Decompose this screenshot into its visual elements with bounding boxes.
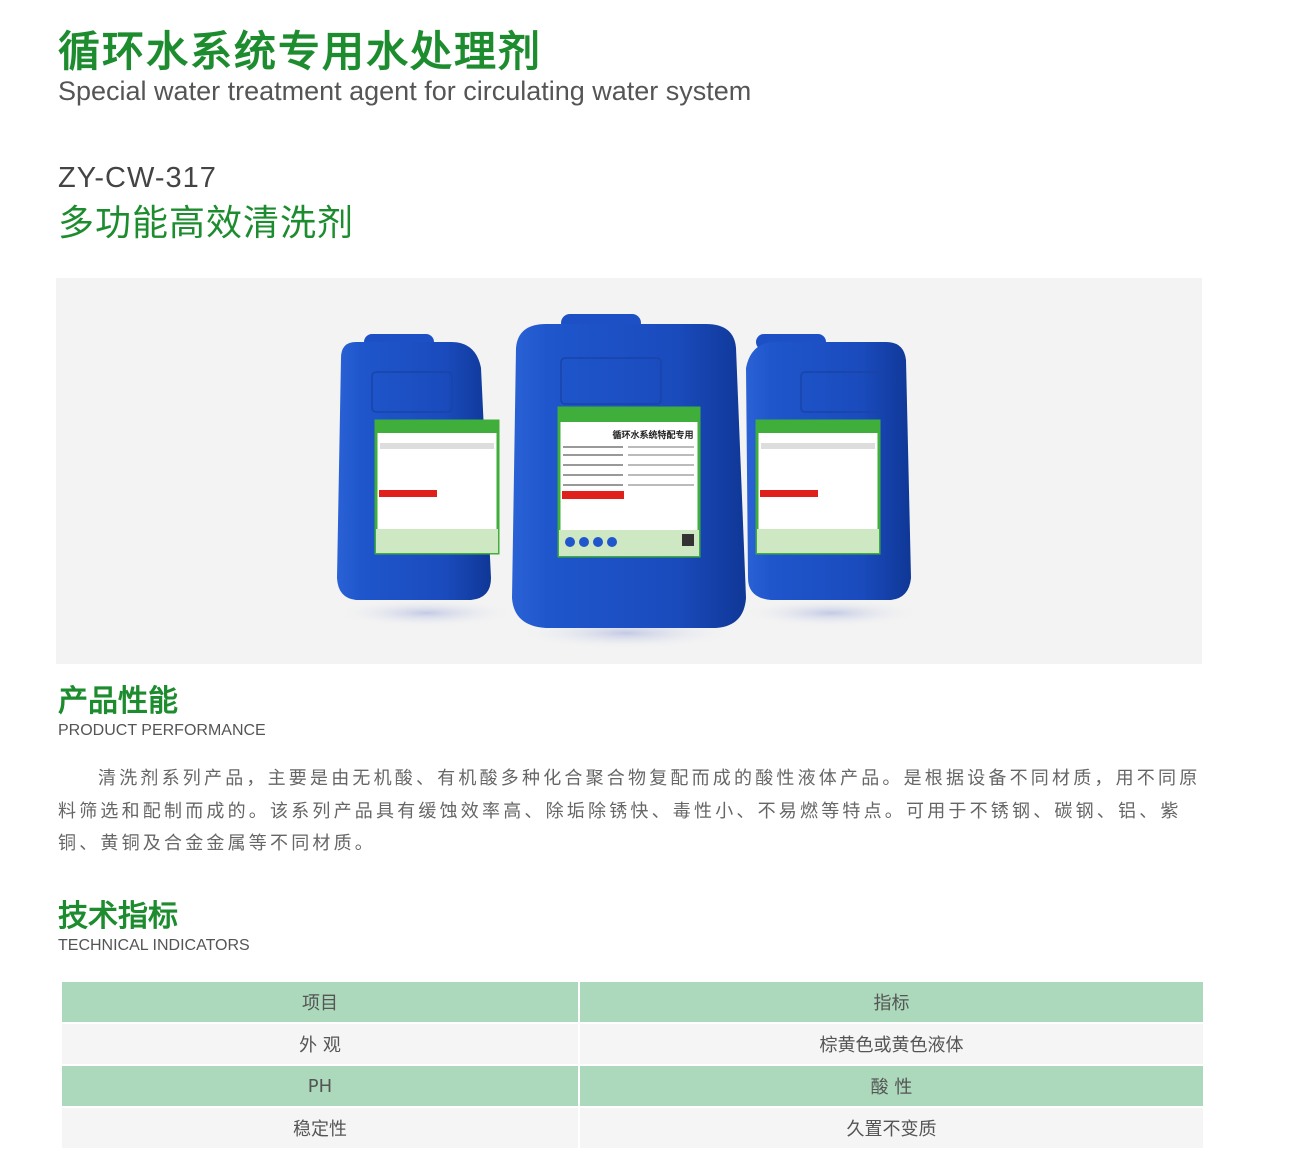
performance-description: 清洗剂系列产品，主要是由无机酸、有机酸多种化合聚合物复配而成的酸性液体产品。是根… <box>58 768 1201 854</box>
container-center: 循环水系统特配专用 <box>512 314 746 628</box>
table-row: PH 酸 性 <box>62 1066 1203 1106</box>
container-right <box>746 334 911 600</box>
technical-title: 技术指标 <box>58 899 178 934</box>
table-header-row: 项目 指标 <box>62 982 1203 1022</box>
table-cell-value: 酸 性 <box>580 1066 1203 1106</box>
performance-title: 产品性能 <box>58 684 178 719</box>
performance-subtitle: PRODUCT PERFORMANCE <box>58 722 266 739</box>
table-cell-value: 棕黄色或黄色液体 <box>580 1024 1203 1064</box>
table-cell-item: 外 观 <box>62 1024 578 1064</box>
product-name: 多功能高效清洗剂 <box>58 203 355 244</box>
product-image: 循环水系统特配专用 <box>56 278 1202 664</box>
performance-section-header: 产品性能 PRODUCT PERFORMANCE <box>58 683 266 741</box>
table-cell-item: PH <box>62 1066 578 1106</box>
table-cell-item: 稳定性 <box>62 1108 578 1148</box>
table-header-item: 项目 <box>62 982 578 1022</box>
page-title: 循环水系统专用水处理剂 <box>58 27 543 76</box>
table-header-indicator: 指标 <box>580 982 1203 1022</box>
table-cell-value: 久置不变质 <box>580 1108 1203 1148</box>
product-model: ZY-CW-317 <box>58 162 217 194</box>
page-subtitle: Special water treatment agent for circul… <box>58 76 752 106</box>
table-row: 外 观 棕黄色或黄色液体 <box>62 1024 1203 1064</box>
containers-illustration: 循环水系统特配专用 <box>336 314 921 649</box>
container-left <box>337 334 500 600</box>
technical-section-header: 技术指标 TECHNICAL INDICATORS <box>58 898 250 956</box>
technical-indicators-table: 项目 指标 外 观 棕黄色或黄色液体 PH 酸 性 稳定性 久置不变质 <box>60 980 1205 1150</box>
technical-subtitle: TECHNICAL INDICATORS <box>58 937 250 954</box>
table-row: 稳定性 久置不变质 <box>62 1108 1203 1148</box>
label-heading: 循环水系统特配专用 <box>612 429 693 441</box>
